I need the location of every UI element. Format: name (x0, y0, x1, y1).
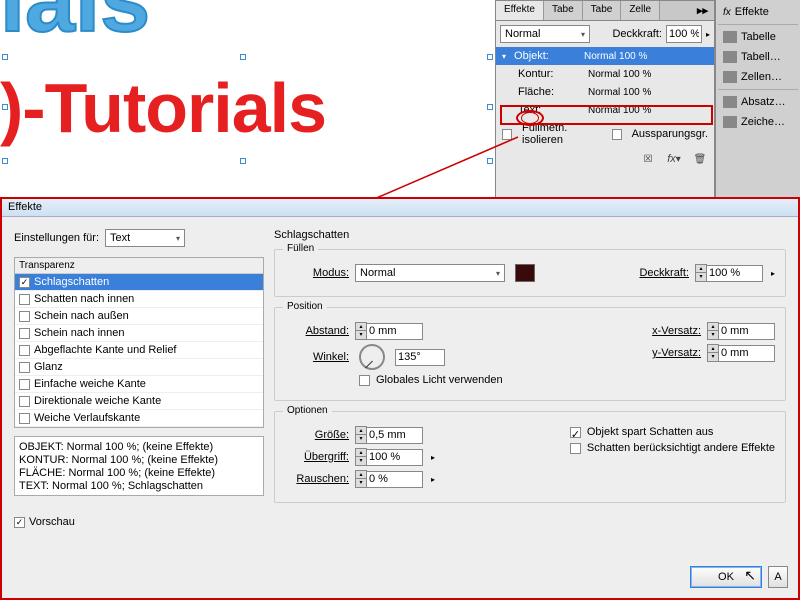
global-light-label: Globales Licht verwenden (376, 374, 503, 386)
shadow-color-swatch[interactable] (515, 264, 535, 282)
fx-glanz[interactable]: Glanz (15, 359, 263, 376)
opacity-input[interactable] (666, 25, 702, 43)
opacity-label: Deckkraft: (612, 28, 662, 40)
side-effekte[interactable]: fxEffekte (718, 2, 798, 22)
table-icon (723, 31, 737, 43)
opacity-flyout-icon[interactable]: ▸ (706, 30, 710, 39)
xoff-label: x-Versatz: (641, 325, 701, 337)
knockout-shadow-label: Objekt spart Schatten aus (587, 426, 714, 438)
side-tabell[interactable]: Tabell… (718, 47, 798, 67)
knockout-checkbox[interactable] (612, 129, 622, 140)
fx-schein-aussen[interactable]: Schein nach außen (15, 308, 263, 325)
size-label: Größe: (289, 429, 349, 441)
annotation-circle-inner (521, 112, 539, 124)
blend-mode-select[interactable]: Normal (500, 25, 590, 43)
document-canvas: orials )-Tutorials (0, 0, 495, 198)
options-group: Optionen Größe:▴▾ Übergriff:▴▾▸ Rauschen… (274, 411, 786, 503)
distance-input[interactable]: ▴▾ (355, 322, 423, 340)
paragraph-icon (723, 96, 737, 108)
cell-icon (723, 71, 737, 83)
tab-effekte[interactable]: Effekte (496, 1, 544, 20)
angle-dial[interactable] (359, 344, 385, 370)
settings-for-label: Einstellungen für: (14, 232, 99, 244)
fill-group: Füllen Modus: Normal Deckkraft: ▴▾▸ (274, 249, 786, 297)
noise-input[interactable]: ▴▾ (355, 470, 423, 488)
fx-direktionale[interactable]: Direktionale weiche Kante (15, 393, 263, 410)
target-row-kontur[interactable]: Kontur:Normal 100 % (496, 65, 714, 83)
dialog-title: Effekte (2, 199, 798, 217)
fill-opacity-label: Deckkraft: (629, 267, 689, 279)
selection-frame[interactable] (0, 54, 495, 164)
tab-overflow-icon[interactable]: ▸▸ (691, 1, 714, 20)
mode-select[interactable]: Normal (355, 264, 505, 282)
knockout-shadow-checkbox[interactable]: ✓ (570, 427, 581, 438)
knockout-label: Aussparungsgr. (632, 128, 708, 140)
effects-dialog: Effekte Einstellungen für: Text Transpar… (0, 197, 800, 600)
fx-verlaufskante[interactable]: Weiche Verlaufskante (15, 410, 263, 427)
right-title: Schlagschatten (274, 229, 786, 241)
clear-effects-icon[interactable]: ☒ (640, 152, 656, 166)
fill-opacity-input[interactable]: ▴▾ (695, 264, 763, 282)
blue-outlined-text: orials (0, 0, 150, 53)
mode-label: Modus: (289, 267, 349, 279)
table2-icon (723, 51, 737, 63)
distance-label: Abstand: (289, 325, 349, 337)
fx-einfache-kante[interactable]: Einfache weiche Kante (15, 376, 263, 393)
tab-zelle[interactable]: Zelle (621, 1, 660, 20)
fx-schlagschatten[interactable]: Schlagschatten (15, 274, 263, 291)
yoff-label: y-Versatz: (641, 347, 701, 359)
position-group: Position Abstand:▴▾ Winkel: Globales Lic… (274, 307, 786, 401)
size-input[interactable]: ▴▾ (355, 426, 423, 444)
settings-for-select[interactable]: Text (105, 229, 185, 247)
noise-label: Rauschen: (289, 473, 349, 485)
side-tabelle[interactable]: Tabelle (718, 27, 798, 47)
honor-effects-checkbox[interactable] (570, 443, 581, 454)
honor-effects-label: Schatten berücksichtigt andere Effekte (587, 442, 775, 454)
right-panels: Effekte Tabe Tabe Zelle ▸▸ Normal Deckkr… (495, 0, 800, 198)
isolate-checkbox[interactable] (502, 129, 512, 140)
side-absatz[interactable]: Absatz… (718, 92, 798, 112)
fx-schatten-innen[interactable]: Schatten nach innen (15, 291, 263, 308)
transparency-header[interactable]: Transparenz (15, 258, 263, 274)
angle-label: Winkel: (289, 351, 349, 363)
effects-panel: Effekte Tabe Tabe Zelle ▸▸ Normal Deckkr… (495, 0, 715, 198)
preview-label: Vorschau (29, 516, 75, 528)
side-zeiche[interactable]: Zeiche… (718, 112, 798, 132)
spread-input[interactable]: ▴▾ (355, 448, 423, 466)
fx-schein-innen[interactable]: Schein nach innen (15, 325, 263, 342)
fx-menu-icon[interactable]: fx▾ (666, 152, 682, 166)
side-zellen[interactable]: Zellen… (718, 67, 798, 87)
global-light-checkbox[interactable] (359, 375, 370, 386)
effects-list: Transparenz Schlagschatten Schatten nach… (14, 257, 264, 428)
fx-abgeflachte[interactable]: Abgeflachte Kante und Relief (15, 342, 263, 359)
effects-summary: OBJEKT: Normal 100 %; (keine Effekte) KO… (14, 436, 264, 496)
target-row-objekt[interactable]: ▾Objekt:Normal 100 % (496, 47, 714, 65)
cursor-icon: ↖ (744, 567, 756, 584)
tab-tabe1[interactable]: Tabe (544, 1, 583, 20)
yoff-input[interactable]: ▴▾ (707, 344, 775, 362)
preview-checkbox[interactable] (14, 517, 25, 528)
trash-icon[interactable]: 🗑 (692, 152, 708, 166)
panel-tabs: Effekte Tabe Tabe Zelle ▸▸ (496, 1, 714, 21)
xoff-input[interactable]: ▴▾ (707, 322, 775, 340)
tab-tabe2[interactable]: Tabe (583, 1, 622, 20)
target-row-flaeche[interactable]: Fläche:Normal 100 % (496, 83, 714, 101)
collapsed-panels: fxEffekte Tabelle Tabell… Zellen… Absatz… (715, 0, 800, 198)
angle-input[interactable] (395, 349, 445, 366)
char-icon (723, 116, 737, 128)
spread-label: Übergriff: (289, 451, 349, 463)
cancel-button[interactable]: A (768, 566, 788, 588)
